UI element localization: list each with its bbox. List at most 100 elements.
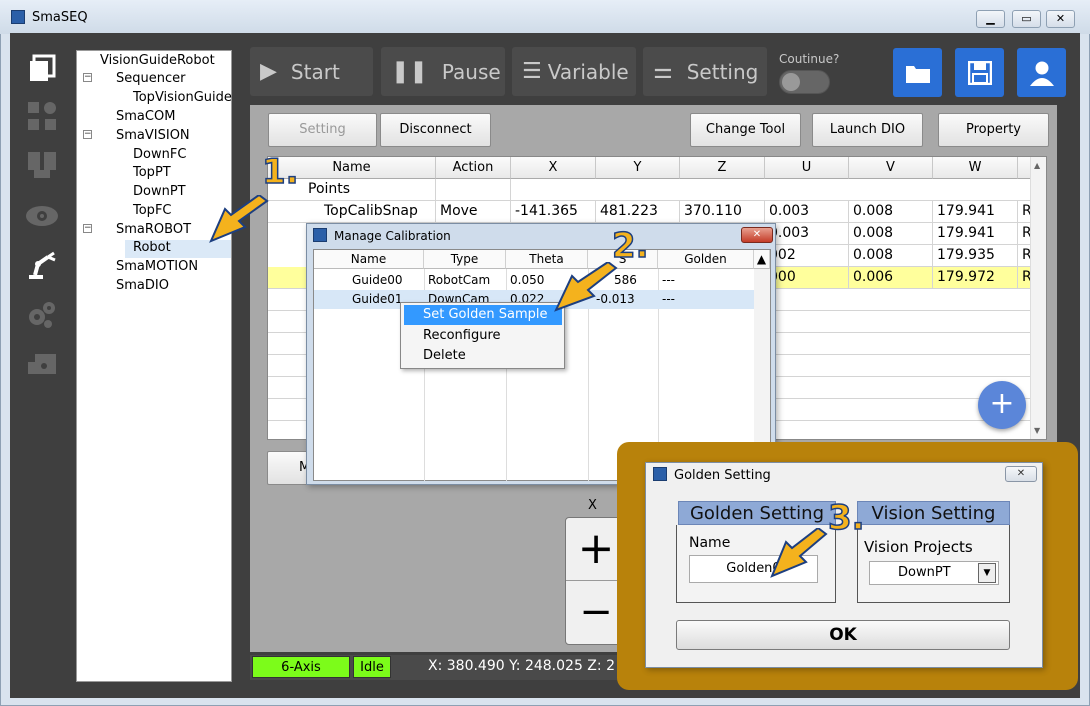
cell-w[interactable]: 179.941: [933, 223, 1018, 245]
tree-item-sequencer[interactable]: Sequencer: [116, 71, 185, 86]
col-header-type[interactable]: Type: [424, 250, 506, 269]
launch-dio-button[interactable]: Launch DIO: [812, 113, 923, 147]
setting-button[interactable]: ⚌ Setting: [643, 47, 767, 96]
golden-close-button[interactable]: ✕: [1005, 466, 1037, 482]
user-button[interactable]: [1017, 48, 1066, 97]
eye-icon[interactable]: [24, 199, 60, 233]
step-1-label: 1.: [261, 151, 299, 193]
cell-u[interactable]: 002: [765, 245, 849, 267]
tree-toggle[interactable]: −: [83, 130, 92, 139]
col-header-golden[interactable]: Golden: [658, 250, 754, 269]
play-icon: ▶: [260, 59, 277, 84]
robot-setting-button[interactable]: Setting: [268, 113, 377, 147]
scroll-up-icon[interactable]: ▲: [1034, 161, 1040, 170]
pause-icon: ❚❚: [391, 59, 428, 84]
cell-action[interactable]: Move: [436, 201, 511, 223]
col-header-action[interactable]: Action: [436, 157, 511, 179]
flow-icon[interactable]: [24, 99, 60, 133]
tree-item-downpt[interactable]: DownPT: [133, 184, 186, 199]
grid-cell[interactable]: [511, 179, 1046, 201]
cell-w[interactable]: 179.935: [933, 245, 1018, 267]
cell-w[interactable]: 179.972: [933, 267, 1018, 289]
tree-root[interactable]: VisionGuideRobot: [100, 53, 215, 68]
col-header-z[interactable]: Z: [680, 157, 765, 179]
row-type[interactable]: RobotCam: [428, 273, 490, 287]
cell-w[interactable]: 179.941: [933, 201, 1018, 223]
save-icon: [967, 60, 992, 85]
col-header-y[interactable]: Y: [596, 157, 680, 179]
folder-icon: [905, 65, 930, 83]
cell-x[interactable]: -141.365: [511, 201, 596, 223]
variable-label: Variable: [547, 59, 629, 84]
layout-icon[interactable]: [24, 148, 60, 182]
col-header-w[interactable]: W: [933, 157, 1018, 179]
cell-name[interactable]: TopCalibSnap: [268, 201, 436, 223]
cell-u[interactable]: 0.003: [765, 201, 849, 223]
cell-y[interactable]: 481.223: [596, 201, 680, 223]
save-button[interactable]: [955, 48, 1004, 97]
cell-v[interactable]: 0.008: [849, 245, 933, 267]
variable-button[interactable]: ☰ Variable: [512, 47, 636, 96]
tree-toggle[interactable]: −: [83, 224, 92, 233]
start-button[interactable]: ▶ Start: [250, 47, 373, 96]
row-golden[interactable]: ---: [662, 292, 675, 306]
continue-toggle[interactable]: [779, 70, 830, 94]
cell-v[interactable]: 0.008: [849, 223, 933, 245]
app-icon: [11, 10, 25, 24]
tree-item-topfc[interactable]: TopFC: [133, 203, 172, 218]
grid-scrollbar[interactable]: ▲ ▼: [1030, 157, 1046, 439]
robot-arm-icon[interactable]: [24, 248, 60, 282]
menu-item-reconfigure[interactable]: Reconfigure: [404, 326, 562, 346]
tree-item-smamotion[interactable]: SmaMOTION: [116, 259, 198, 274]
tree-toggle[interactable]: −: [83, 73, 92, 82]
partial-button[interactable]: M: [267, 451, 311, 485]
tree-item-topvisionguide[interactable]: TopVisionGuide: [133, 90, 232, 105]
cell-u[interactable]: 0.003: [765, 223, 849, 245]
tree-item-smarobot[interactable]: SmaROBOT: [116, 222, 191, 237]
row-theta[interactable]: 0.050: [510, 273, 544, 287]
col-header-name[interactable]: Name: [314, 250, 424, 269]
chevron-down-icon[interactable]: ▼: [978, 563, 996, 583]
copy-icon[interactable]: [24, 51, 60, 85]
tree-item-downfc[interactable]: DownFC: [133, 147, 186, 162]
dialog-close-button[interactable]: ✕: [741, 227, 773, 243]
project-tree: VisionGuideRobot − Sequencer TopVisionGu…: [76, 50, 232, 682]
state-badge: Idle: [353, 656, 391, 678]
row-name[interactable]: Guide00: [352, 273, 403, 287]
open-folder-button[interactable]: [893, 48, 942, 97]
tree-item-smavision[interactable]: SmaVISION: [116, 128, 190, 143]
tab-golden-setting[interactable]: Golden Setting: [678, 501, 836, 525]
change-tool-button[interactable]: Change Tool: [690, 113, 801, 147]
minimize-button[interactable]: ▁: [976, 10, 1005, 28]
maximize-button[interactable]: ▭: [1012, 10, 1041, 28]
cell-z[interactable]: 370.110: [680, 201, 765, 223]
tab-vision-setting[interactable]: Vision Setting: [857, 501, 1010, 525]
col-header-u[interactable]: U: [765, 157, 849, 179]
dialog-title: Manage Calibration: [334, 229, 451, 243]
tree-item-toppt[interactable]: TopPT: [133, 165, 171, 180]
property-button[interactable]: Property: [938, 113, 1049, 147]
cell-v[interactable]: 0.008: [849, 201, 933, 223]
row-golden[interactable]: ---: [662, 273, 675, 287]
grid-cell[interactable]: [436, 179, 511, 201]
dialog-app-icon: [653, 467, 667, 481]
arrow-step3-icon: [770, 528, 828, 578]
window-title: SmaSEQ: [32, 10, 88, 25]
device-icon[interactable]: [24, 347, 60, 381]
menu-item-delete[interactable]: Delete: [404, 346, 562, 366]
scroll-down-icon[interactable]: ▼: [1034, 426, 1040, 435]
close-button[interactable]: ✕: [1046, 10, 1075, 28]
disconnect-button[interactable]: Disconnect: [380, 113, 491, 147]
pause-button[interactable]: ❚❚ Pause: [381, 47, 505, 96]
cell-v[interactable]: 0.006: [849, 267, 933, 289]
add-point-button[interactable]: +: [978, 381, 1026, 429]
gears-icon[interactable]: [24, 298, 60, 332]
ok-button[interactable]: OK: [676, 620, 1010, 650]
tree-item-smadio[interactable]: SmaDIO: [116, 278, 169, 293]
col-header-v[interactable]: V: [849, 157, 933, 179]
col-header-x[interactable]: X: [511, 157, 596, 179]
cell-u[interactable]: 000: [765, 267, 849, 289]
row-name[interactable]: Guide01: [352, 292, 403, 306]
menu-item-set-golden-sample[interactable]: Set Golden Sample: [404, 305, 562, 325]
tree-item-smacom[interactable]: SmaCOM: [116, 109, 175, 124]
